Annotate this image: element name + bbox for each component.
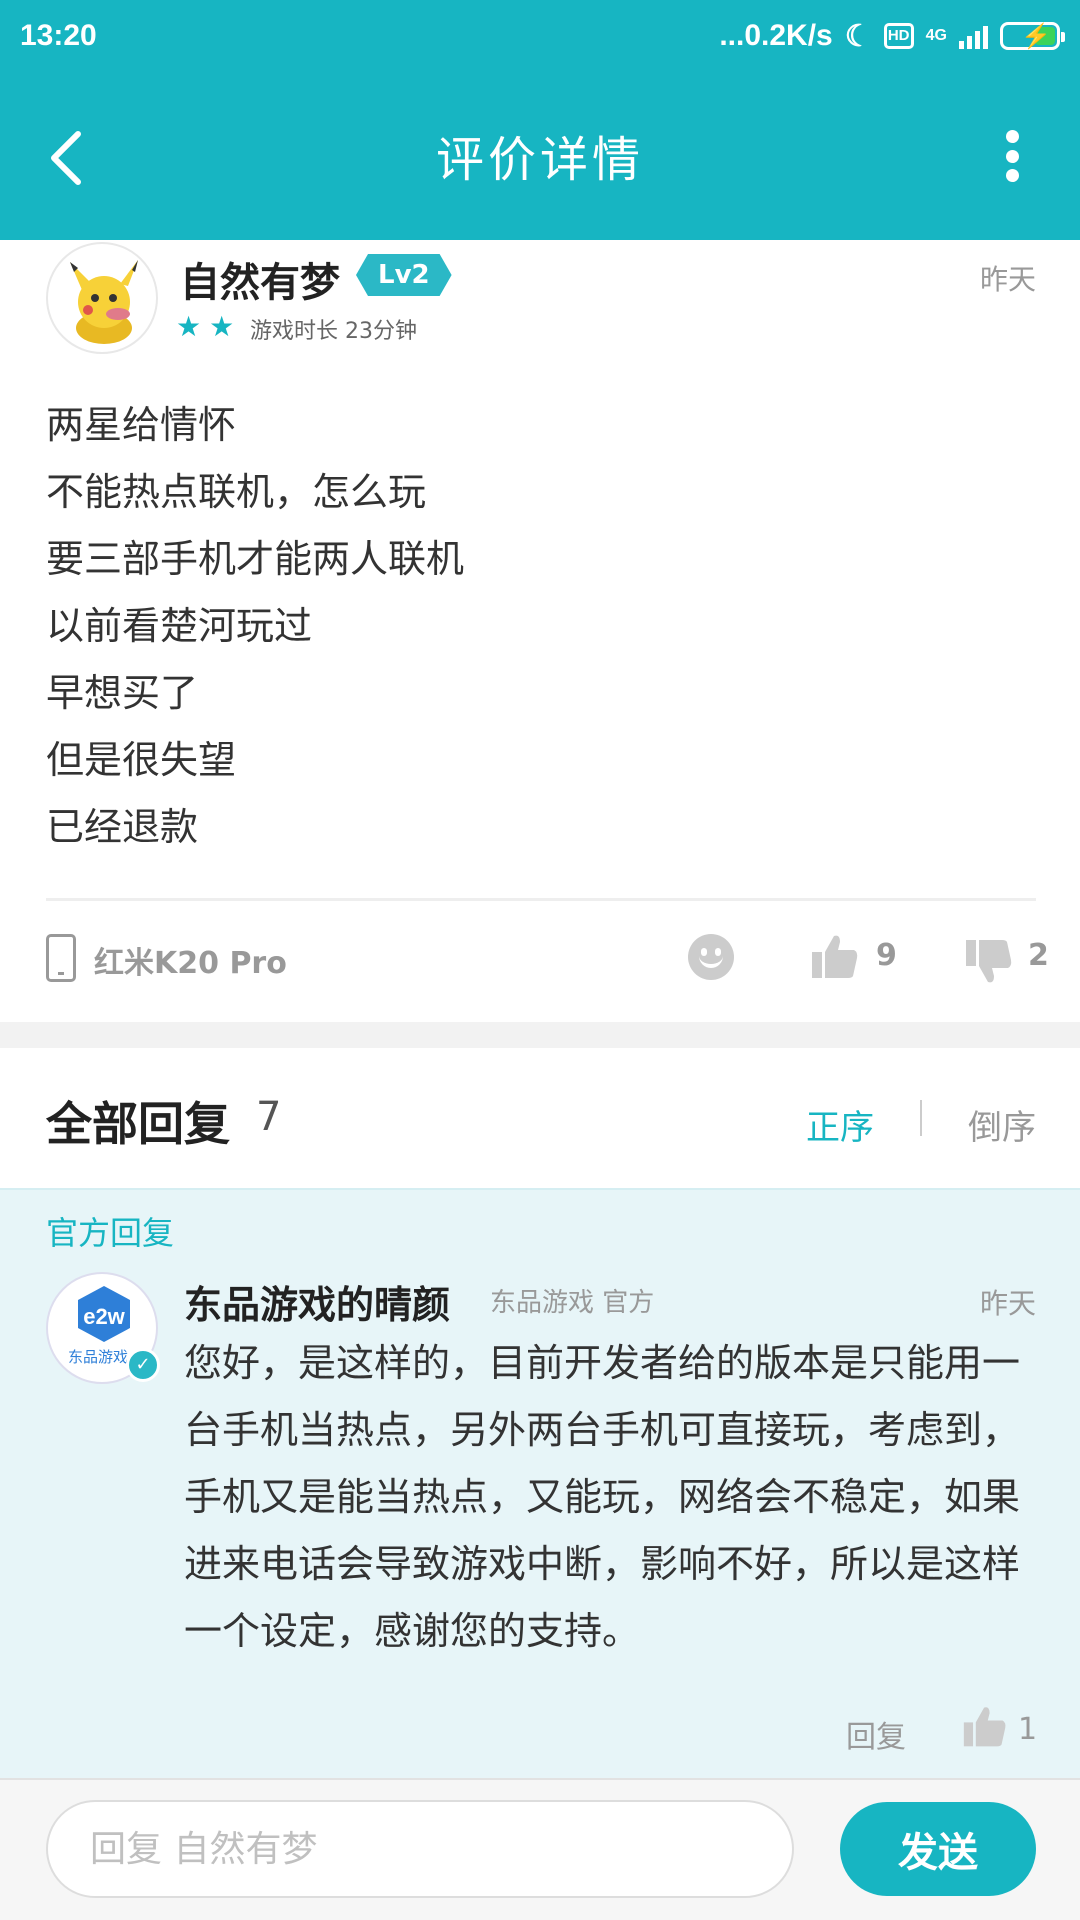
- replies-title: 全部回复: [46, 1097, 230, 1151]
- device-name: 红米K20 Pro: [94, 946, 287, 981]
- official-reply: 官方回复 e2w 东品游戏 ✓ 东品游戏的晴颜 东品游戏 官方 昨天 您好，是这…: [0, 1188, 1080, 1778]
- star-icon: ★: [209, 310, 235, 343]
- battery-icon: ⚡: [1000, 22, 1065, 50]
- status-bar: 13:20 ...0.2K/s ☾ HD 4G ⚡: [0, 0, 1080, 72]
- sort-ascending-button[interactable]: 正序: [806, 1100, 874, 1149]
- review-line: 但是很失望: [46, 738, 237, 782]
- more-menu-icon[interactable]: [1002, 130, 1022, 182]
- status-icons: ...0.2K/s ☾ HD 4G ⚡: [719, 19, 1065, 54]
- review-content: 两星给情怀 不能热点联机，怎么玩 要三部手机才能两人联机 以前看楚河玩过 早想买…: [46, 392, 1026, 861]
- thumbs-up-icon[interactable]: [810, 932, 860, 982]
- review-line: 已经退款: [46, 805, 199, 849]
- replies-header: 全部回复 7 正序 倒序: [0, 1048, 1080, 1188]
- reply-input[interactable]: [46, 1800, 794, 1898]
- phone-icon: [46, 934, 76, 982]
- title-bar: 评价详情: [0, 100, 1080, 210]
- official-reply-time: 昨天: [979, 1287, 1036, 1320]
- official-subtitle: 东品游戏 官方: [490, 1288, 655, 1318]
- official-name[interactable]: 东品游戏的晴颜: [184, 1274, 450, 1329]
- page-title: 评价详情: [435, 132, 644, 188]
- verified-check-icon: ✓: [126, 1348, 160, 1382]
- top-bar: 13:20 ...0.2K/s ☾ HD 4G ⚡ 评价详情: [0, 0, 1080, 240]
- replies-count: 7: [256, 1094, 282, 1140]
- net-speed: ...0.2K/s: [719, 19, 833, 52]
- official-reply-text: 您好，是这样的，目前开发者给的版本是只能用一台手机当热点，另外两台手机可直接玩，…: [184, 1341, 1021, 1653]
- thumbs-up-icon[interactable]: [962, 1704, 1008, 1750]
- star-icon: ★: [176, 310, 202, 343]
- review-line: 不能热点联机，怎么玩: [46, 470, 427, 514]
- pikachu-avatar-image: [70, 260, 138, 344]
- like-count: 9: [876, 938, 897, 973]
- official-like-count: 1: [1018, 1712, 1038, 1747]
- thumbs-down-icon[interactable]: [964, 936, 1014, 986]
- sort-descending-button[interactable]: 倒序: [968, 1100, 1036, 1149]
- signal-icon: [959, 23, 988, 49]
- sort-divider: [920, 1100, 922, 1136]
- back-icon[interactable]: [42, 128, 92, 188]
- review-action-row: 红米K20 Pro 9 2: [46, 930, 1049, 1010]
- hd-icon: HD: [883, 23, 914, 49]
- review-line: 以前看楚河玩过: [46, 604, 313, 648]
- reply-button[interactable]: 回复: [846, 1712, 906, 1756]
- status-time: 13:20: [20, 19, 97, 52]
- level-badge: Lv2: [356, 254, 452, 296]
- send-button[interactable]: 发送: [840, 1802, 1036, 1896]
- reply-input-bar: 发送: [0, 1778, 1080, 1920]
- review-line: 两星给情怀: [46, 403, 237, 447]
- review-line: 早想买了: [46, 671, 199, 715]
- user-avatar[interactable]: [46, 242, 158, 354]
- emoji-reaction-icon[interactable]: [688, 934, 734, 980]
- moon-icon: ☾: [844, 19, 872, 53]
- review-username[interactable]: 自然有梦: [180, 250, 340, 308]
- section-separator: [0, 1022, 1080, 1048]
- play-time: 游戏时长 23分钟: [250, 319, 417, 344]
- divider: [46, 898, 1036, 901]
- review-card: 自然有梦 Lv2 ★ ★ 游戏时长 23分钟 昨天 两星给情怀 不能热点联机，怎…: [0, 240, 1080, 1020]
- dislike-count: 2: [1028, 938, 1049, 973]
- logo-text: e2w: [83, 1304, 125, 1329]
- review-line: 要三部手机才能两人联机: [46, 537, 465, 581]
- logo-caption: 东品游戏: [68, 1348, 128, 1366]
- review-time: 昨天: [979, 263, 1036, 296]
- official-reply-label: 官方回复: [46, 1214, 175, 1252]
- network-type: 4G: [925, 27, 947, 44]
- star-rating: ★ ★: [176, 310, 234, 343]
